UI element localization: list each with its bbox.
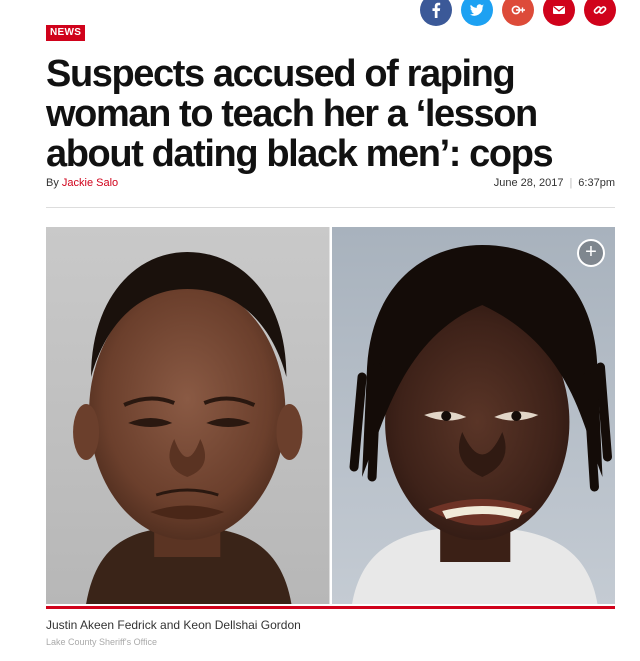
- byline: By Jackie Salo: [46, 177, 118, 189]
- twitter-share-button[interactable]: [461, 0, 493, 26]
- googleplus-share-button[interactable]: [502, 0, 534, 26]
- facebook-icon: [432, 2, 441, 18]
- mugshot-right: +: [331, 227, 615, 604]
- photo-gallery[interactable]: +: [46, 227, 615, 604]
- twitter-icon: [469, 4, 484, 16]
- dateline: June 28, 2017 | 6:37pm: [494, 177, 615, 189]
- date-separator: |: [569, 177, 573, 189]
- link-share-button[interactable]: [584, 0, 616, 26]
- photo-caption: Justin Akeen Fedrick and Keon Dellshai G…: [46, 618, 301, 632]
- header-divider: [46, 207, 615, 208]
- photo-accent-rule: [46, 606, 615, 609]
- mail-icon: [553, 6, 565, 14]
- share-bar: [420, 0, 616, 26]
- section-badge[interactable]: NEWS: [46, 25, 86, 41]
- mugshot-right-image: [331, 227, 615, 604]
- link-icon: [593, 6, 607, 14]
- author-link[interactable]: Jackie Salo: [62, 177, 118, 189]
- byline-prefix: By: [46, 177, 59, 189]
- email-share-button[interactable]: [543, 0, 575, 26]
- expand-icon[interactable]: +: [577, 239, 605, 267]
- publish-time: 6:37pm: [578, 177, 615, 189]
- mugshot-left-image: [46, 227, 330, 604]
- mugshot-left: [46, 227, 330, 604]
- photo-credit: Lake County Sheriff's Office: [46, 637, 157, 647]
- google-plus-icon: [511, 5, 525, 15]
- headline: Suspects accused of raping woman to teac…: [46, 53, 554, 175]
- publish-date: June 28, 2017: [493, 177, 564, 189]
- facebook-share-button[interactable]: [420, 0, 452, 26]
